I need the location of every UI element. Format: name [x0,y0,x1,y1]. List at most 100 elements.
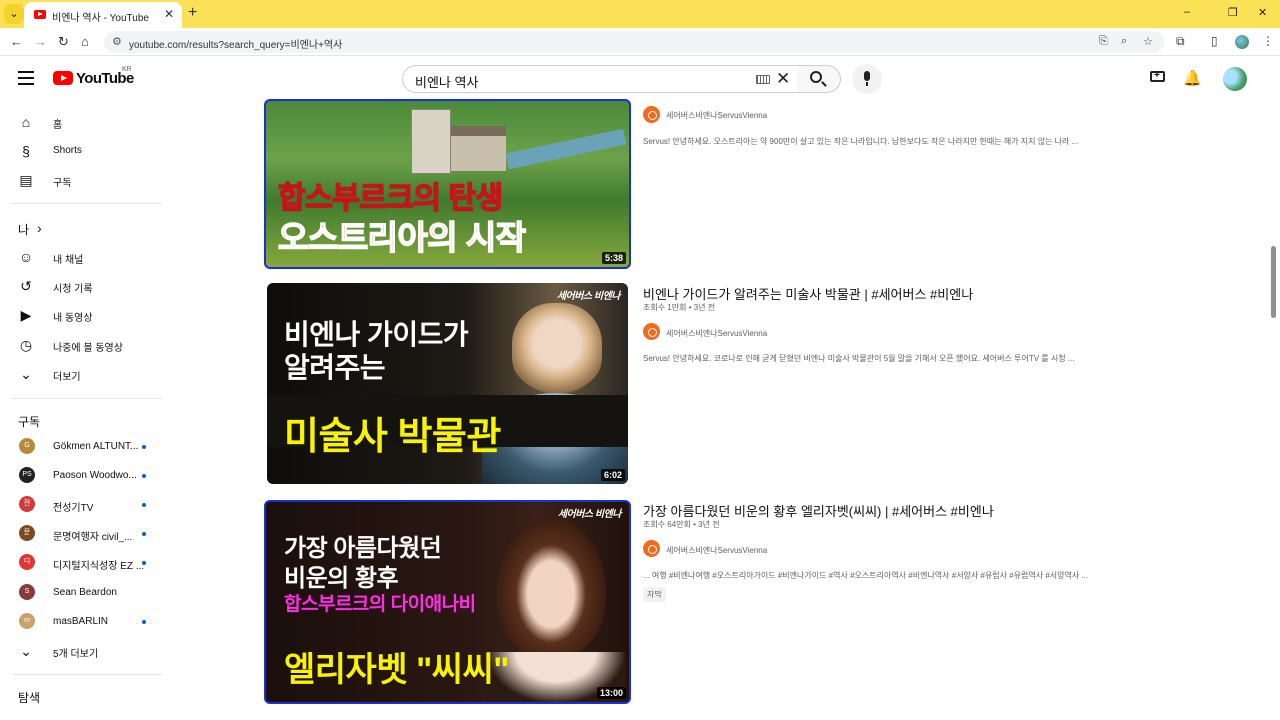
sidebar-item-label: 더보기 [53,372,81,383]
channel-avatar[interactable] [643,540,660,557]
minimize-button[interactable]: – [1184,6,1190,18]
search-icon [810,71,822,83]
clear-search-icon[interactable]: ✕ [776,69,790,89]
castle-tower-shape [411,109,451,174]
sidebar-item-subscriptions[interactable]: ▤ 구독 [0,166,165,194]
thumbnail-text: 오스트리아의 시작 [277,218,527,257]
portrait-face-shape [496,517,606,657]
video-thumbnail[interactable]: 합스부르크의 탄생 오스트리아의 시작 5:38 [264,99,631,269]
sidebar-sub-item[interactable]: S Sean Beardon [0,579,165,607]
sidebar-sub-item[interactable]: 전 전성기TV [0,491,165,519]
account-avatar[interactable] [1223,67,1247,91]
bookmark-star-icon[interactable]: ☆ [1143,35,1153,48]
tab-close-icon[interactable]: ✕ [164,7,174,21]
voice-search-button[interactable] [852,64,882,94]
zoom-icon[interactable]: ⌕ [1121,35,1127,48]
sidebar-item-your-channel[interactable]: ☺ 내 채널 [0,243,165,271]
sidebar-item-label: masBARLIN [53,616,109,627]
search-input[interactable]: 비엔나 역사 [415,72,478,91]
you-heading: 나 [18,223,30,237]
sidebar-item-label: Sean Beardon [53,587,117,598]
sidebar-item-history[interactable]: ↺ 시청 기록 [0,272,165,300]
sidebar-item-show-more[interactable]: ⌄ 더보기 [0,360,165,388]
page-scrollbar[interactable] [1271,246,1276,318]
channel-avatar: 문 [19,525,35,541]
side-panel-icon[interactable]: ▯ [1211,34,1218,48]
sidebar: ⌂ 홈 § Shorts ▤ 구독 나 › ☺ 내 채널 ↺ 시청 기록 ▶ 내… [0,99,165,720]
tab-search-menu-button[interactable]: ⌄ [4,4,24,24]
sidebar-divider [12,674,162,675]
back-button[interactable]: ← [10,34,23,49]
sidebar-sub-item[interactable]: m masBARLIN [0,608,165,636]
sidebar-item-label: 전성기TV [53,503,94,514]
new-content-dot [142,445,146,449]
sidebar-item-label: Paoson Woodwo... [53,470,137,481]
video-thumbnail[interactable]: 세어버스 비엔나 가장 아름다웠던 비운의 황후 합스부르크의 다이애나비 엘리… [264,500,631,704]
new-content-dot [142,503,146,507]
thumbnail-text: 합스부르크의 다이애나비 [284,594,476,615]
guide-menu-icon[interactable] [15,67,37,89]
channel-watermark: 세어버스 비엔나 [556,291,621,302]
browser-menu-icon[interactable]: ⋮ [1262,34,1274,48]
channel-name[interactable]: 세어버스비엔나ServusVienna [666,328,767,339]
site-info-icon[interactable]: ⚙ [112,35,122,48]
sidebar-item-your-videos[interactable]: ▶ 내 동영상 [0,301,165,329]
channel-avatar[interactable] [643,106,660,123]
new-content-dot [142,620,146,624]
url-text[interactable]: youtube.com/results?search_query=비엔나+역사 [129,36,342,51]
create-video-icon[interactable] [1150,70,1165,82]
explore-heading: 탐색 [18,691,41,705]
new-tab-button[interactable]: + [188,4,197,22]
video-title[interactable]: 가장 아름다웠던 비운의 황후 엘리자벳(씨씨) | #세어버스 #비엔나 [643,501,994,520]
search-box[interactable]: 비엔나 역사 ✕ [402,65,798,93]
portrait-face-shape [512,303,602,393]
home-icon: ⌂ [21,114,31,130]
video-thumbnail[interactable]: 세어버스 비엔나 비엔나 가이드가 알려주는 미술사 박물관 6:02 [267,283,628,484]
window-close-button[interactable]: ✕ [1258,6,1267,19]
channel-avatar: 전 [19,496,35,512]
your-videos-icon: ▶ [20,307,32,323]
home-button[interactable]: ⌂ [81,34,89,49]
channel-avatar: S [19,584,35,600]
forward-button[interactable]: → [34,34,47,49]
thumbnail-text: 알려주는 [284,352,386,383]
notifications-bell-icon[interactable]: 🔔 [1183,69,1202,87]
sidebar-item-label: 시청 기록 [53,284,93,295]
restore-button[interactable]: ❐ [1228,6,1238,19]
video-title[interactable]: 비엔나 가이드가 알려주는 미술사 박물관 | #세어버스 #비엔나 [643,284,973,303]
subscriptions-icon: ▤ [19,172,33,188]
browser-tab-youtube[interactable]: 비엔나 역사 - YouTube ✕ [24,2,182,28]
keyboard-icon[interactable] [756,75,770,84]
sidebar-show-more-subs[interactable]: ⌄ 5개 더보기 [0,637,165,665]
thumbnail-text: 엘리자벳 "씨씨" [284,651,509,689]
sidebar-sub-item[interactable]: PS Paoson Woodwo... [0,462,165,490]
browser-tab-bar: ⌄ 비엔나 역사 - YouTube ✕ + – ❐ ✕ [0,0,1280,28]
channel-avatar: 디 [19,554,35,570]
extensions-icon[interactable]: ⧉ [1176,34,1185,49]
reload-button[interactable]: ↻ [58,34,69,50]
video-meta: 조회수 64만회 • 3년 전 [643,520,720,529]
channel-name[interactable]: 세어버스비엔나ServusVienna [666,110,767,121]
browser-profile-avatar[interactable] [1235,35,1249,49]
sidebar-item-home[interactable]: ⌂ 홈 [0,108,165,136]
video-duration: 13:00 [596,687,626,699]
video-description: Servus! 안녕하세요. 코로나로 인해 굳게 닫혔던 비엔나 미술사 박물… [643,354,1075,363]
sidebar-item-label: Gökmen ALTUNT... [53,441,139,452]
sidebar-item-label: 홈 [53,120,63,131]
sidebar-sub-item[interactable]: 문 문명여행자 civil_... [0,520,165,548]
tab-title: 비엔나 역사 - YouTube [52,13,149,24]
search-button[interactable] [797,65,841,93]
sidebar-you-heading[interactable]: 나 › [0,213,165,241]
channel-avatar: G [19,438,35,454]
sidebar-sub-item[interactable]: G Gökmen ALTUNT... [0,433,165,461]
sidebar-item-label: Shorts [53,145,82,156]
sidebar-item-watch-later[interactable]: ◷ 나중에 볼 동영상 [0,331,165,359]
video-meta: 조회수 1만회 • 3년 전 [643,303,716,312]
install-app-icon[interactable]: ⎘ [1099,35,1108,48]
new-content-dot [142,474,146,478]
omnibox[interactable]: ⚙ youtube.com/results?search_query=비엔나+역… [104,31,1164,53]
channel-name[interactable]: 세어버스비엔나ServusVienna [666,545,767,556]
sidebar-sub-item[interactable]: 디 디지털지식성장 EZ ... [0,549,165,577]
channel-avatar[interactable] [643,323,660,340]
sidebar-item-shorts[interactable]: § Shorts [0,137,165,165]
